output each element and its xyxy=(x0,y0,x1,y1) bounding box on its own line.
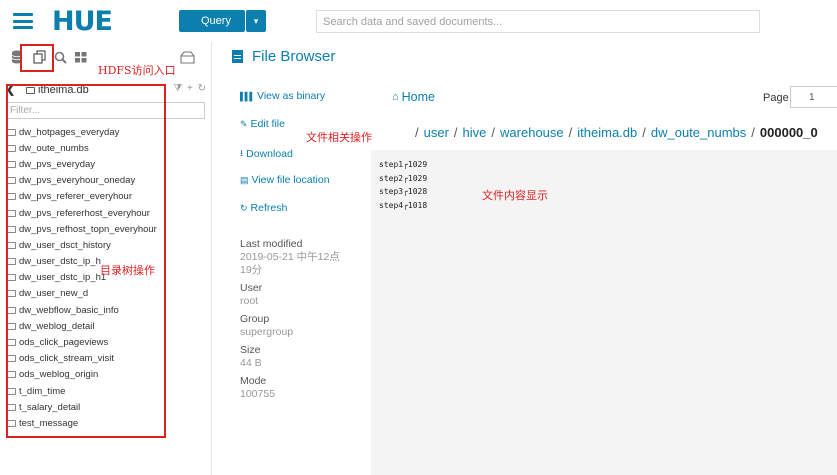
page-number-input[interactable] xyxy=(790,86,837,108)
breadcrumb-item[interactable]: itheima.db xyxy=(577,125,637,140)
group-label: Group xyxy=(240,313,270,325)
breadcrumb: / user / hive / warehouse / itheima.db / dw_oute_… xyxy=(410,125,818,140)
home-icon: ⌂ xyxy=(392,91,399,103)
file-content-line: step4┌1018 xyxy=(379,200,428,210)
directory-tree-highlight-box xyxy=(6,84,166,438)
breadcrumb-separator: / xyxy=(453,125,458,140)
view-as-binary-link[interactable]: ▌▌▌ View as binary xyxy=(240,90,325,102)
file-content-area: step1┌1029 step2┌1029 step3┌1028 step4┌1018… xyxy=(371,150,837,475)
sidebar-tree-actions: ⧩ + ↻ xyxy=(173,83,206,94)
breadcrumb-separator: / xyxy=(415,125,419,140)
breadcrumb-separator: / xyxy=(491,125,496,140)
refresh-icon: ↻ xyxy=(240,202,248,213)
refresh-tree-icon[interactable]: ↻ xyxy=(198,83,206,94)
file-content-line: step3┌1028 xyxy=(379,187,428,196)
user-label: User xyxy=(240,282,263,294)
file-actions-annotation: 文件相关操作 xyxy=(306,131,372,144)
user-value: root xyxy=(240,295,259,307)
file-location-icon: ▤ xyxy=(240,174,249,185)
file-metadata: Last modified 2019-05-21 中午12点19分 User r… xyxy=(240,238,370,406)
add-icon[interactable]: + xyxy=(187,83,193,94)
hue-logo[interactable]: HUE xyxy=(52,6,113,37)
hdfs-entry-highlight-box xyxy=(20,44,54,72)
breadcrumb-separator: / xyxy=(751,125,755,140)
view-file-location-link[interactable]: ▤ View file location xyxy=(240,174,330,186)
filter-icon[interactable]: ⧩ xyxy=(173,83,182,94)
breadcrumb-item[interactable]: user xyxy=(424,125,449,140)
top-bar: HUE Query ▾ xyxy=(0,0,837,42)
query-button[interactable]: Query xyxy=(179,10,245,32)
breadcrumb-item[interactable]: warehouse xyxy=(500,125,564,140)
edit-file-link[interactable]: ✎ Edit file xyxy=(240,118,285,130)
file-content-line: step1┌1029 xyxy=(379,160,428,169)
last-modified-value: 2019-05-21 中午12点19分 xyxy=(240,251,340,276)
refresh-link[interactable]: ↻ Refresh xyxy=(240,202,287,214)
directory-tree-annotation: 目录树操作 xyxy=(100,264,155,277)
page-title: File Browser xyxy=(252,48,336,65)
size-value: 44 B xyxy=(240,357,262,369)
breadcrumb-current: 000000_0 xyxy=(759,125,818,140)
hamburger-menu-icon[interactable] xyxy=(13,13,33,29)
file-browser-title: File Browser xyxy=(232,48,335,65)
size-label: Size xyxy=(240,344,261,356)
pencil-icon: ✎ xyxy=(240,118,248,129)
download-icon: ⭳ xyxy=(240,148,244,158)
file-content-line: step2┌1029 xyxy=(379,173,428,183)
download-link[interactable]: ⭳ Download xyxy=(240,146,293,162)
breadcrumb-separator: / xyxy=(642,125,646,140)
home-link[interactable]: ⌂ Home xyxy=(392,90,435,104)
hdfs-entry-annotation: HDFS访问入口 xyxy=(98,64,176,77)
file-document-icon xyxy=(232,50,243,63)
global-search-input[interactable] xyxy=(316,10,760,33)
group-value: supergroup xyxy=(240,326,294,338)
collapse-panel-icon[interactable] xyxy=(178,48,196,66)
breadcrumb-item[interactable]: dw_oute_numbs xyxy=(651,125,746,140)
breadcrumb-item[interactable]: hive xyxy=(463,125,487,140)
breadcrumb-separator: / xyxy=(568,125,573,140)
last-modified-label: Last modified xyxy=(240,238,303,250)
grid-icon[interactable] xyxy=(72,48,90,66)
page-label: Page xyxy=(763,92,789,104)
query-dropdown-caret-icon[interactable]: ▾ xyxy=(246,10,266,32)
file-content-annotation: 文件内容显示 xyxy=(482,189,548,202)
mode-label: Mode xyxy=(240,375,267,387)
file-content-lines: step1┌1029 step2┌1029 step3┌1028 step4┌1018 xyxy=(379,158,427,212)
mode-value: 100755 xyxy=(240,388,276,400)
barcode-icon: ▌▌▌ xyxy=(240,91,255,101)
